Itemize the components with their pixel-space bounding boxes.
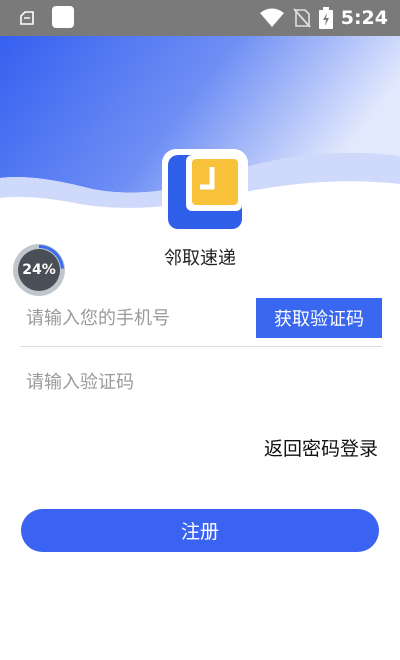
wifi-icon: [259, 8, 284, 27]
back-to-password-login-link[interactable]: 返回密码登录: [264, 434, 378, 461]
phone-input[interactable]: [26, 300, 246, 336]
status-bar: 5:24: [0, 0, 400, 36]
progress-percent: 24%: [22, 262, 56, 278]
register-button[interactable]: 注册: [21, 509, 379, 552]
app-logo: [162, 149, 248, 235]
status-time: 5:24: [340, 7, 388, 29]
no-sim-icon: [293, 8, 311, 28]
verification-code-input[interactable]: [26, 364, 326, 400]
status-icons: 5:24: [259, 0, 388, 36]
notification-icon: [20, 11, 34, 25]
divider: [20, 346, 382, 347]
get-code-button[interactable]: 获取验证码: [256, 298, 382, 338]
battery-charging-icon: [318, 7, 333, 29]
app-square-icon: [52, 6, 74, 28]
